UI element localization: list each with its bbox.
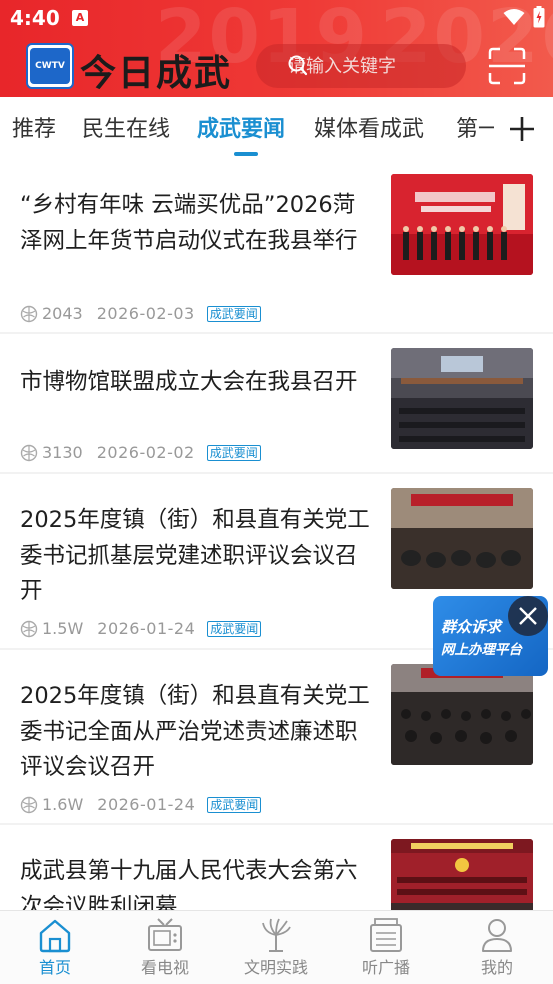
home-icon bbox=[39, 919, 71, 953]
views-icon bbox=[20, 444, 38, 461]
article-tag: 成武要闻 bbox=[207, 620, 262, 637]
notification-icon: A bbox=[72, 10, 88, 26]
status-time: 4:40 bbox=[10, 6, 60, 30]
list-item[interactable]: 成武县第十九届人民代表大会第六次会议胜利闭幕 bbox=[0, 825, 553, 910]
article-date: 2026-02-02 bbox=[96, 443, 195, 462]
bottom-navigation: 首页 看电视 文明实践 听广播 我的 bbox=[0, 910, 553, 984]
article-thumbnail bbox=[391, 664, 533, 765]
user-icon bbox=[482, 919, 512, 952]
banner-line1: 群众诉求 bbox=[441, 618, 502, 636]
tv-icon bbox=[148, 918, 182, 951]
search-input[interactable] bbox=[288, 55, 448, 77]
article-title: 2025年度镇（街）和县直有关党工委书记抓基层党建述职评议会议召开 bbox=[20, 507, 370, 604]
article-date: 2026-01-24 bbox=[97, 795, 196, 814]
nav-label: 看电视 bbox=[140, 958, 189, 977]
tab-partial[interactable]: 第一 bbox=[456, 111, 494, 143]
nav-radio[interactable]: 听广播 bbox=[331, 911, 441, 984]
article-meta: 1.5W 2026-01-24 成武要闻 bbox=[20, 619, 262, 638]
article-thumbnail bbox=[391, 839, 533, 910]
scan-icon[interactable] bbox=[488, 47, 526, 85]
list-item[interactable]: 2025年度镇（街）和县直有关党工委书记全面从严治党述责述廉述职评议会议召开 1… bbox=[0, 650, 553, 825]
views-icon bbox=[20, 620, 38, 637]
article-thumbnail bbox=[391, 174, 533, 275]
article-date: 2026-01-24 bbox=[97, 619, 196, 638]
nav-label: 首页 bbox=[38, 958, 71, 977]
app-header: 2019 2026 4:40 A CWTV 今日成武 bbox=[0, 0, 553, 97]
article-title: 市博物馆联盟成立大会在我县召开 bbox=[20, 369, 358, 395]
article-tag: 成武要闻 bbox=[206, 444, 261, 461]
views-icon bbox=[20, 305, 38, 322]
banner-line2: 网上办理平台 bbox=[441, 642, 522, 658]
article-thumbnail bbox=[391, 348, 533, 449]
close-icon bbox=[519, 607, 537, 625]
nav-label: 我的 bbox=[480, 958, 513, 977]
article-views: 1.5W bbox=[42, 619, 84, 638]
tab-livelihood[interactable]: 民生在线 bbox=[82, 111, 170, 143]
search-icon bbox=[288, 55, 308, 76]
article-title: 成武县第十九届人民代表大会第六次会议胜利闭幕 bbox=[20, 858, 358, 910]
article-meta: 2043 2026-02-03 成武要闻 bbox=[20, 304, 261, 323]
article-meta: 3130 2026-02-02 成武要闻 bbox=[20, 443, 261, 462]
civilization-icon bbox=[262, 918, 291, 952]
wifi-icon bbox=[503, 9, 525, 25]
app-logo-text: CWTV bbox=[30, 48, 70, 84]
nav-label: 文明实践 bbox=[243, 958, 308, 977]
app-logo: CWTV bbox=[26, 43, 74, 89]
nav-home[interactable]: 首页 bbox=[0, 911, 110, 984]
article-views: 2043 bbox=[42, 304, 83, 323]
news-list: “乡村有年味 云端买优品”2026菏泽网上年货节启动仪式在我县举行 2043 2… bbox=[0, 159, 553, 910]
status-bar: 4:40 A bbox=[0, 0, 553, 36]
article-thumbnail bbox=[391, 488, 533, 589]
nav-civilization[interactable]: 文明实践 bbox=[221, 911, 331, 984]
close-banner-button[interactable] bbox=[508, 596, 548, 636]
app-title: 今日成武 bbox=[80, 52, 233, 94]
article-views: 1.6W bbox=[42, 795, 84, 814]
tab-chengwu-news[interactable]: 成武要闻 bbox=[197, 111, 285, 143]
battery-icon bbox=[533, 6, 545, 28]
article-meta: 1.6W 2026-01-24 成武要闻 bbox=[20, 795, 262, 814]
article-tag: 成武要闻 bbox=[206, 305, 261, 322]
status-icons bbox=[503, 6, 545, 28]
tab-recommend[interactable]: 推荐 bbox=[12, 111, 56, 143]
radio-icon bbox=[370, 918, 402, 952]
nav-tv[interactable]: 看电视 bbox=[110, 911, 220, 984]
add-channel-icon[interactable] bbox=[505, 112, 539, 146]
category-tabs: 推荐 民生在线 成武要闻 媒体看成武 第一 bbox=[0, 97, 553, 159]
tab-media[interactable]: 媒体看成武 bbox=[314, 111, 424, 143]
article-date: 2026-02-03 bbox=[96, 304, 195, 323]
article-tag: 成武要闻 bbox=[207, 796, 262, 813]
nav-profile[interactable]: 我的 bbox=[442, 911, 552, 984]
active-tab-indicator bbox=[234, 152, 258, 156]
views-icon bbox=[20, 796, 38, 813]
article-title: “乡村有年味 云端买优品”2026菏泽网上年货节启动仪式在我县举行 bbox=[20, 192, 358, 254]
list-item[interactable]: “乡村有年味 云端买优品”2026菏泽网上年货节启动仪式在我县举行 2043 2… bbox=[0, 159, 553, 334]
nav-label: 听广播 bbox=[361, 958, 410, 977]
list-item[interactable]: 市博物馆联盟成立大会在我县召开 3130 2026-02-02 成武要闻 bbox=[0, 334, 553, 474]
article-views: 3130 bbox=[42, 443, 83, 462]
article-title: 2025年度镇（街）和县直有关党工委书记全面从严治党述责述廉述职评议会议召开 bbox=[20, 683, 370, 780]
